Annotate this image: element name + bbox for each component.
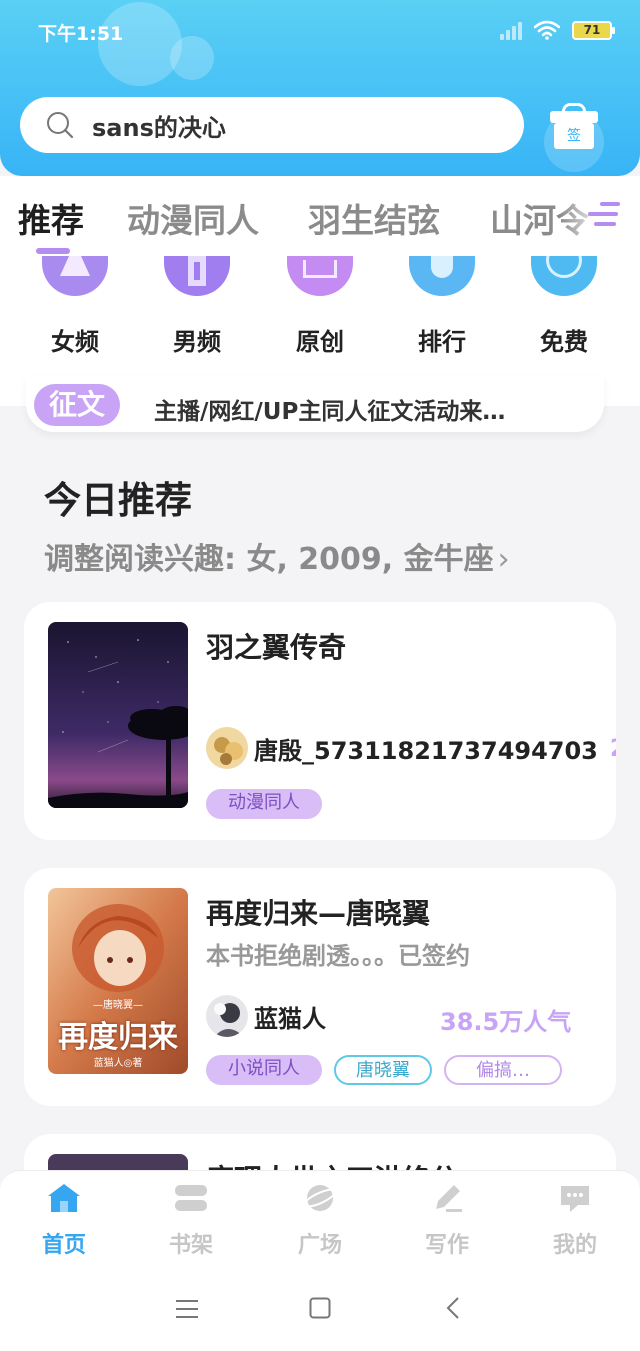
wifi-icon [534, 20, 560, 40]
nav-label: 写作 [424, 1233, 469, 1258]
category-female[interactable]: 女频 [35, 256, 115, 357]
popularity: 24 [610, 734, 616, 762]
tab-active-indicator [36, 248, 70, 254]
nav-home[interactable]: 首页 [24, 1183, 104, 1259]
contest-tag: 征文 [34, 384, 120, 426]
cover-author-text: 蓝猫人◎著 [93, 1058, 143, 1069]
tab-recommend[interactable]: 推荐 [18, 194, 84, 242]
category-label: 排行 [418, 328, 466, 356]
home-square-icon[interactable] [309, 1297, 331, 1319]
nav-label: 广场 [297, 1233, 342, 1258]
category-label: 免费 [540, 328, 588, 356]
planet-icon [303, 1183, 337, 1213]
status-time: 下午1:51 [38, 23, 124, 45]
book-tag[interactable]: 动漫同人 [206, 789, 322, 819]
back-icon[interactable] [446, 1296, 460, 1320]
nav-label: 书架 [168, 1233, 213, 1258]
system-navigation-bar [0, 1266, 640, 1351]
category-tabs: 推荐 动漫同人 羽生结弦 山河令 [0, 176, 640, 256]
chat-profile-icon [558, 1183, 592, 1213]
avatar [206, 995, 248, 1037]
nav-plaza[interactable]: 广场 [280, 1183, 360, 1259]
avatar [206, 727, 248, 769]
book-author[interactable]: 唐殷_57311821737494703 24 [206, 726, 616, 770]
gift-lid [550, 111, 598, 123]
tab-anime-fanfic[interactable]: 动漫同人 [127, 194, 259, 242]
cover-small-text: —唐晓翼— [93, 1000, 143, 1011]
header: 下午1:51 71 sans的决心 签 [0, 0, 640, 176]
popularity: 38.5万人气 [440, 1008, 572, 1036]
home-icon [47, 1183, 81, 1213]
free-icon [531, 256, 597, 296]
category-original[interactable]: 原创 [280, 256, 360, 357]
section-title: 今日推荐 [44, 479, 192, 522]
author-name: 唐殷_57311821737494703 [254, 736, 598, 765]
signal-icon [500, 20, 522, 40]
decorative-bubble [170, 36, 214, 80]
category-free[interactable]: 免费 [524, 256, 604, 357]
reading-interest-text: 调整阅读兴趣: 女, 2009, 金牛座 [44, 542, 494, 577]
book-card[interactable]: 羽之翼传奇 唐殷_57311821737494703 24 动漫同人 [24, 602, 616, 840]
book-author[interactable]: 蓝猫人 [206, 994, 326, 1038]
contest-notice-banner[interactable]: 征文 主播/网红/UP主同人征文活动来… [26, 376, 604, 432]
nav-label: 首页 [41, 1233, 86, 1258]
search-input[interactable]: sans的决心 [92, 108, 226, 143]
nav-write[interactable]: 写作 [407, 1183, 487, 1259]
book-cover: —唐晓翼— 再度归来 蓝猫人◎著 [48, 888, 188, 1074]
search-icon [47, 112, 74, 139]
category-label: 女频 [51, 328, 99, 356]
menu-icon[interactable] [176, 1299, 198, 1319]
book-tag[interactable]: 小说同人 [206, 1055, 322, 1085]
reading-interest-link[interactable]: 调整阅读兴趣: 女, 2009, 金牛座 › [44, 534, 510, 578]
book-title: 羽之翼传奇 [206, 631, 347, 664]
chevron-right-icon: › [497, 542, 510, 577]
book-cover [48, 622, 188, 808]
battery-icon: 71 [572, 20, 615, 40]
tab-hanyu-yuzuru[interactable]: 羽生结弦 [308, 194, 440, 242]
search-bar[interactable]: sans的决心 [20, 97, 524, 153]
book-tag[interactable]: 唐晓翼 [334, 1055, 432, 1085]
author-name: 蓝猫人 [254, 1004, 326, 1033]
book-tag[interactable]: 偏搞… [444, 1055, 562, 1085]
original-icon [287, 256, 353, 296]
book-card[interactable]: —唐晓翼— 再度归来 蓝猫人◎著 再度归来—唐晓翼 本书拒绝剧透。。。已签约 蓝… [24, 868, 616, 1106]
nav-profile[interactable]: 我的 [535, 1183, 615, 1259]
female-channel-icon [42, 256, 108, 296]
daily-checkin-gift-button[interactable]: 签 [550, 103, 598, 149]
book-description: 本书拒绝剧透。。。已签约 [206, 942, 470, 970]
tabs-menu-icon[interactable] [588, 200, 622, 230]
nav-bookshelf[interactable]: 书架 [151, 1183, 231, 1259]
book-title: 再度归来—唐晓翼 [206, 897, 431, 930]
category-label: 男频 [173, 328, 221, 356]
category-ranking[interactable]: 排行 [402, 256, 482, 357]
gift-icon: 签 [554, 123, 594, 149]
nav-label: 我的 [552, 1233, 597, 1258]
ranking-icon [409, 256, 475, 296]
male-channel-icon [164, 256, 230, 296]
cover-title-text: 再度归来 [58, 1020, 178, 1055]
pen-icon [430, 1183, 464, 1213]
status-icons: 71 [500, 20, 615, 40]
bottom-navigation: 首页 书架 广场 写作 我的 [0, 1170, 640, 1266]
category-label: 原创 [296, 328, 344, 356]
bookshelf-icon [174, 1183, 208, 1213]
contest-text: 主播/网红/UP主同人征文活动来… [154, 399, 506, 425]
category-male[interactable]: 男频 [157, 256, 237, 357]
